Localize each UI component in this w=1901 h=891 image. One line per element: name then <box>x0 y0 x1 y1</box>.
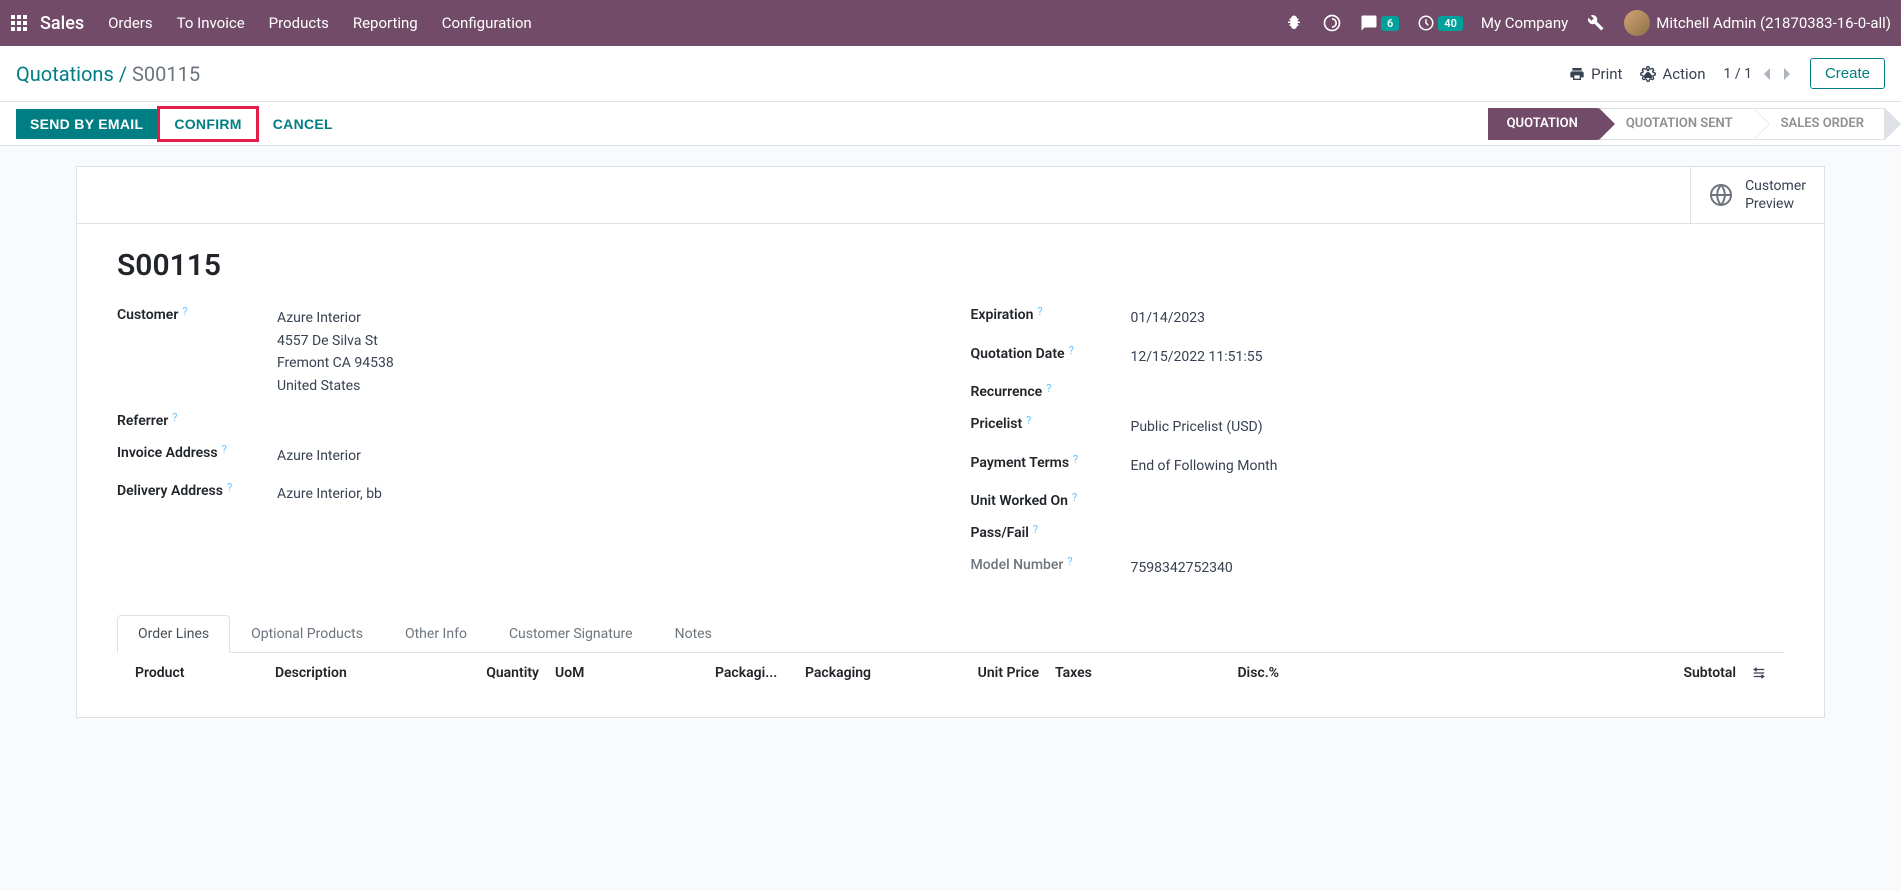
company-selector[interactable]: My Company <box>1481 14 1568 32</box>
th-description[interactable]: Description <box>267 665 447 681</box>
th-disc[interactable]: Disc.% <box>1207 665 1287 681</box>
th-product[interactable]: Product <box>127 665 267 681</box>
pager-value[interactable]: 1 / 1 <box>1724 66 1752 82</box>
delivery-address-value[interactable]: Azure Interior, bb <box>277 483 382 505</box>
help-icon[interactable]: ? <box>172 411 177 424</box>
passfail-label: Pass/Fail <box>971 525 1029 541</box>
nav-orders[interactable]: Orders <box>108 14 153 32</box>
customer-preview-label-1: Customer <box>1745 177 1806 195</box>
help-icon[interactable]: ? <box>1033 523 1038 536</box>
pricelist-label: Pricelist <box>971 416 1023 432</box>
invoice-address-value[interactable]: Azure Interior <box>277 445 361 467</box>
send-by-email-button[interactable]: SEND BY EMAIL <box>16 109 157 139</box>
payment-terms-label: Payment Terms <box>971 455 1070 471</box>
th-taxes[interactable]: Taxes <box>1047 665 1207 681</box>
breadcrumb: Quotations / S00115 <box>16 62 200 86</box>
breadcrumb-current: S00115 <box>132 62 200 86</box>
tab-other-info[interactable]: Other Info <box>384 615 488 652</box>
status-quotation-sent[interactable]: QUOTATION SENT <box>1598 108 1753 140</box>
invoice-address-label: Invoice Address <box>117 445 218 461</box>
tools-icon[interactable] <box>1586 13 1606 33</box>
help-icon[interactable]: ? <box>1069 344 1074 357</box>
th-optional-columns[interactable] <box>1744 666 1774 680</box>
app-brand[interactable]: Sales <box>40 13 84 34</box>
customer-label: Customer <box>117 307 178 323</box>
help-icon[interactable]: ? <box>1067 555 1072 568</box>
expiration-value[interactable]: 01/14/2023 <box>1131 307 1206 329</box>
statusbar-row: SEND BY EMAIL CONFIRM CANCEL QUOTATION Q… <box>0 102 1901 146</box>
help-icon[interactable]: ? <box>1037 305 1042 318</box>
create-button[interactable]: Create <box>1810 58 1885 89</box>
messages-icon[interactable]: 6 <box>1360 13 1399 33</box>
statusbar: QUOTATION QUOTATION SENT SALES ORDER <box>1488 108 1885 140</box>
record-title: S00115 <box>117 248 1784 283</box>
help-icon[interactable]: ? <box>222 443 227 456</box>
status-sales-order[interactable]: SALES ORDER <box>1753 108 1885 140</box>
tab-order-lines[interactable]: Order Lines <box>117 615 230 652</box>
print-button[interactable]: Print <box>1569 65 1622 83</box>
th-unit-price[interactable]: Unit Price <box>957 665 1047 681</box>
th-packaging[interactable]: Packaging <box>797 665 957 681</box>
pager-next-icon[interactable] <box>1782 67 1792 81</box>
confirm-button[interactable]: CONFIRM <box>157 106 258 142</box>
help-icon[interactable]: ? <box>1072 491 1077 504</box>
nav-products[interactable]: Products <box>269 14 329 32</box>
action-button[interactable]: Action <box>1640 65 1705 83</box>
support-icon[interactable] <box>1322 13 1342 33</box>
help-icon[interactable]: ? <box>227 481 232 494</box>
model-number-value[interactable]: 7598342752340 <box>1131 557 1233 579</box>
user-menu[interactable]: Mitchell Admin (21870383-16-0-all) <box>1624 10 1891 36</box>
activities-badge: 40 <box>1438 16 1463 31</box>
avatar <box>1624 10 1650 36</box>
delivery-address-label: Delivery Address <box>117 483 223 499</box>
control-panel: Quotations / S00115 Print Action 1 / 1 C… <box>0 46 1901 102</box>
globe-icon <box>1709 183 1733 207</box>
topbar: Sales Orders To Invoice Products Reporti… <box>0 0 1901 46</box>
unit-worked-label: Unit Worked On <box>971 493 1069 509</box>
help-icon[interactable]: ? <box>1046 382 1051 395</box>
payment-terms-value[interactable]: End of Following Month <box>1131 455 1278 477</box>
th-subtotal[interactable]: Subtotal <box>1604 665 1744 681</box>
th-quantity[interactable]: Quantity <box>447 665 547 681</box>
customer-preview-label-2: Preview <box>1745 195 1806 213</box>
nav-configuration[interactable]: Configuration <box>442 14 532 32</box>
customer-value[interactable]: Azure Interior 4557 De Silva St Fremont … <box>277 307 394 397</box>
status-quotation[interactable]: QUOTATION <box>1488 108 1598 140</box>
form-left-column: Customer? Azure Interior 4557 De Silva S… <box>117 307 931 595</box>
form-sheet: Customer Preview S00115 Customer? Azure … <box>76 166 1825 718</box>
user-name: Mitchell Admin (21870383-16-0-all) <box>1656 14 1891 32</box>
button-box: Customer Preview <box>77 167 1824 224</box>
recurrence-label: Recurrence <box>971 384 1043 400</box>
quotation-date-label: Quotation Date <box>971 346 1065 362</box>
notebook-tabs: Order Lines Optional Products Other Info… <box>117 615 1784 653</box>
th-packagi[interactable]: Packagi... <box>707 665 797 681</box>
tab-notes[interactable]: Notes <box>654 615 733 652</box>
breadcrumb-root[interactable]: Quotations <box>16 62 114 86</box>
help-icon[interactable]: ? <box>182 305 187 318</box>
apps-icon[interactable] <box>10 14 28 32</box>
debug-icon[interactable] <box>1284 13 1304 33</box>
quotation-date-value[interactable]: 12/15/2022 11:51:55 <box>1131 346 1263 368</box>
tab-customer-signature[interactable]: Customer Signature <box>488 615 654 652</box>
model-number-label: Model Number <box>971 557 1064 573</box>
nav-reporting[interactable]: Reporting <box>353 14 418 32</box>
order-lines-table-header: Product Description Quantity UoM Packagi… <box>117 653 1784 693</box>
referrer-label: Referrer <box>117 413 168 429</box>
pager: 1 / 1 <box>1724 66 1792 82</box>
form-right-column: Expiration? 01/14/2023 Quotation Date? 1… <box>971 307 1785 595</box>
customer-preview-button[interactable]: Customer Preview <box>1690 167 1824 223</box>
pager-prev-icon[interactable] <box>1762 67 1772 81</box>
messages-badge: 6 <box>1381 16 1399 31</box>
cancel-button[interactable]: CANCEL <box>259 109 347 139</box>
activities-icon[interactable]: 40 <box>1417 13 1463 33</box>
tab-optional-products[interactable]: Optional Products <box>230 615 384 652</box>
help-icon[interactable]: ? <box>1073 453 1078 466</box>
th-uom[interactable]: UoM <box>547 665 707 681</box>
expiration-label: Expiration <box>971 307 1034 323</box>
pricelist-value[interactable]: Public Pricelist (USD) <box>1131 416 1263 438</box>
help-icon[interactable]: ? <box>1026 414 1031 427</box>
nav-to-invoice[interactable]: To Invoice <box>177 14 245 32</box>
